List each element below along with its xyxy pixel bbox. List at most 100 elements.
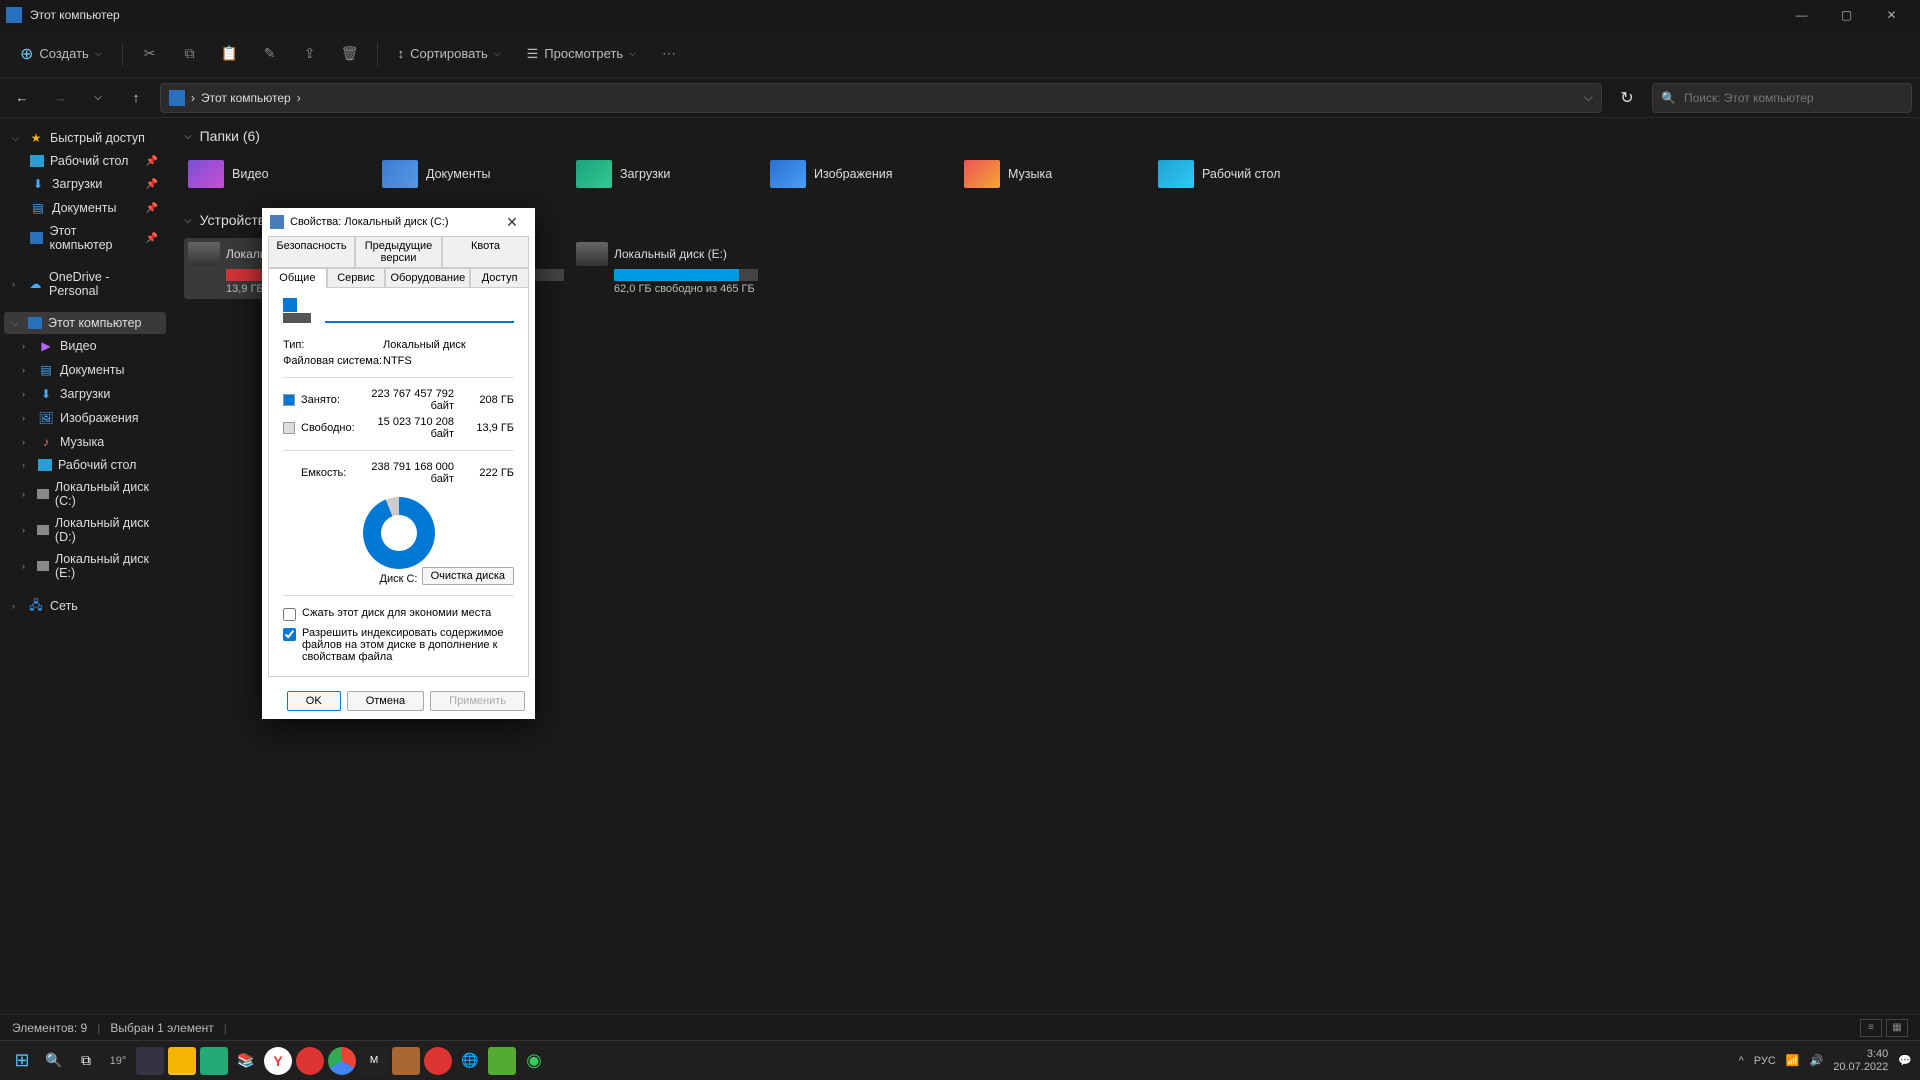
sidebar-documents2[interactable]: ›▤Документы bbox=[4, 358, 166, 382]
folders-group-header[interactable]: ⌵Папки (6) bbox=[184, 128, 1906, 144]
weather-widget[interactable]: 19° bbox=[104, 1047, 132, 1075]
sidebar-downloads[interactable]: ⬇Загрузки📌 bbox=[4, 172, 166, 196]
index-checkbox[interactable] bbox=[283, 628, 296, 641]
app-icon[interactable] bbox=[392, 1047, 420, 1075]
task-view-icon[interactable]: ⧉ bbox=[72, 1047, 100, 1075]
cut-icon[interactable]: ✂ bbox=[133, 37, 167, 71]
notifications-icon[interactable]: 💬 bbox=[1898, 1054, 1912, 1067]
forward-button[interactable]: → bbox=[46, 84, 74, 112]
apply-button[interactable]: Применить bbox=[430, 691, 525, 711]
share-icon[interactable]: ⇪ bbox=[293, 37, 327, 71]
tab-quota[interactable]: Квота bbox=[442, 236, 529, 268]
close-button[interactable]: ✕ bbox=[1869, 0, 1914, 30]
tab-sharing[interactable]: Доступ bbox=[470, 268, 529, 288]
paste-icon[interactable]: 📋 bbox=[213, 37, 247, 71]
tray-language[interactable]: РУС bbox=[1754, 1055, 1776, 1067]
sidebar-drive-c[interactable]: ›Локальный диск (C:) bbox=[4, 476, 166, 512]
rename-icon[interactable]: ✎ bbox=[253, 37, 287, 71]
network-icon: 🖧 bbox=[28, 598, 44, 614]
app-icon[interactable] bbox=[136, 1047, 164, 1075]
documents-folder-icon bbox=[382, 160, 418, 188]
sidebar-documents[interactable]: ▤Документы📌 bbox=[4, 196, 166, 220]
folder-documents[interactable]: Документы bbox=[378, 154, 568, 194]
index-label: Разрешить индексировать содержимое файло… bbox=[302, 627, 514, 663]
folder-music[interactable]: Музыка bbox=[960, 154, 1150, 194]
dialog-titlebar[interactable]: Свойства: Локальный диск (C:) ✕ bbox=[262, 208, 535, 236]
folder-images[interactable]: Изображения bbox=[766, 154, 956, 194]
disk-cleanup-button[interactable]: Очистка диска bbox=[422, 567, 514, 585]
used-swatch bbox=[283, 394, 295, 406]
view-icons-button[interactable]: ▦ bbox=[1886, 1019, 1908, 1037]
sidebar-desktop2[interactable]: ›Рабочий стол bbox=[4, 454, 166, 476]
opera-icon[interactable] bbox=[296, 1047, 324, 1075]
ok-button[interactable]: OK bbox=[287, 691, 341, 711]
view-details-button[interactable]: ≡ bbox=[1860, 1019, 1882, 1037]
sidebar-onedrive[interactable]: ›☁OneDrive - Personal bbox=[4, 266, 166, 302]
breadcrumb[interactable]: Этот компьютер bbox=[201, 91, 291, 105]
sidebar-this-pc[interactable]: ⌵Этот компьютер bbox=[4, 312, 166, 334]
recent-button[interactable]: ⌵ bbox=[84, 84, 112, 112]
start-button[interactable]: ⊞ bbox=[8, 1047, 36, 1075]
folder-desktop[interactable]: Рабочий стол bbox=[1154, 154, 1344, 194]
delete-icon[interactable]: 🗑 bbox=[333, 37, 367, 71]
back-button[interactable]: ← bbox=[8, 84, 36, 112]
more-icon[interactable]: ⋯ bbox=[652, 37, 686, 71]
sidebar-downloads2[interactable]: ›⬇Загрузки bbox=[4, 382, 166, 406]
clock[interactable]: 3:40 20.07.2022 bbox=[1833, 1048, 1888, 1072]
app-icon[interactable]: 📚 bbox=[232, 1047, 260, 1075]
wifi-icon[interactable]: 📶 bbox=[1786, 1054, 1800, 1067]
sidebar-music[interactable]: ›♪Музыка bbox=[4, 430, 166, 454]
sidebar-quick-access[interactable]: ⌵★Быстрый доступ bbox=[4, 126, 166, 150]
window-title: Этот компьютер bbox=[30, 8, 120, 22]
tab-previous-versions[interactable]: Предыдущие версии bbox=[355, 236, 442, 268]
app-icon[interactable]: 🌐 bbox=[456, 1047, 484, 1075]
dialog-close-button[interactable]: ✕ bbox=[497, 214, 527, 231]
tab-hardware[interactable]: Оборудование bbox=[385, 268, 470, 288]
cancel-button[interactable]: Отмена bbox=[347, 691, 424, 711]
tab-security[interactable]: Безопасность bbox=[268, 236, 355, 268]
yandex-icon[interactable]: Y bbox=[264, 1047, 292, 1075]
view-button[interactable]: ☰ Просмотреть ⌵ bbox=[517, 40, 646, 68]
tab-tools[interactable]: Сервис bbox=[327, 268, 386, 288]
app-icon[interactable]: ◉ bbox=[520, 1047, 548, 1075]
status-item-count: Элементов: 9 bbox=[12, 1021, 87, 1035]
maximize-button[interactable]: ▢ bbox=[1824, 0, 1869, 30]
search-taskbar-icon[interactable]: 🔍 bbox=[40, 1047, 68, 1075]
explorer-taskbar-icon[interactable] bbox=[168, 1047, 196, 1075]
app-icon[interactable]: M bbox=[360, 1047, 388, 1075]
sidebar-this-pc-pinned[interactable]: Этот компьютер📌 bbox=[4, 220, 166, 256]
sidebar-video[interactable]: ›▶Видео bbox=[4, 334, 166, 358]
type-value: Локальный диск bbox=[383, 339, 466, 351]
sidebar-drive-d[interactable]: ›Локальный диск (D:) bbox=[4, 512, 166, 548]
sidebar-desktop[interactable]: Рабочий стол📌 bbox=[4, 150, 166, 172]
address-bar[interactable]: › Этот компьютер › ⌵ bbox=[160, 83, 1602, 113]
drive-name-input[interactable] bbox=[325, 303, 514, 323]
app-icon[interactable] bbox=[488, 1047, 516, 1075]
new-button[interactable]: ⊕ Создать ⌵ bbox=[10, 38, 112, 70]
folder-video[interactable]: Видео bbox=[184, 154, 374, 194]
copy-icon[interactable]: ⧉ bbox=[173, 37, 207, 71]
search-input[interactable]: 🔍 Поиск: Этот компьютер bbox=[1652, 83, 1912, 113]
refresh-button[interactable]: ↻ bbox=[1612, 83, 1642, 113]
tray-expand-icon[interactable]: ^ bbox=[1739, 1055, 1744, 1067]
volume-icon[interactable]: 🔊 bbox=[1810, 1054, 1824, 1067]
status-selected: Выбран 1 элемент bbox=[110, 1021, 213, 1035]
sidebar-network[interactable]: ›🖧Сеть bbox=[4, 594, 166, 618]
compress-checkbox[interactable] bbox=[283, 608, 296, 621]
store-icon[interactable] bbox=[200, 1047, 228, 1075]
chrome-icon[interactable] bbox=[328, 1047, 356, 1075]
folder-downloads[interactable]: Загрузки bbox=[572, 154, 762, 194]
minimize-button[interactable]: — bbox=[1779, 0, 1824, 30]
app-icon[interactable] bbox=[424, 1047, 452, 1075]
up-button[interactable]: ↑ bbox=[122, 84, 150, 112]
address-dropdown[interactable]: ⌵ bbox=[1584, 90, 1593, 105]
drive-e[interactable]: Локальный диск (E:) 62,0 ГБ свободно из … bbox=[572, 238, 762, 299]
view-label: Просмотреть bbox=[544, 46, 623, 61]
sidebar-drive-e[interactable]: ›Локальный диск (E:) bbox=[4, 548, 166, 584]
type-label: Тип: bbox=[283, 339, 383, 351]
chevron-down-icon: ⌵ bbox=[184, 131, 192, 142]
drive-icon bbox=[37, 489, 49, 499]
sort-button[interactable]: ↕ Сортировать ⌵ bbox=[388, 40, 511, 67]
tab-general[interactable]: Общие bbox=[268, 268, 327, 288]
sidebar-images[interactable]: ›🖼Изображения bbox=[4, 406, 166, 430]
